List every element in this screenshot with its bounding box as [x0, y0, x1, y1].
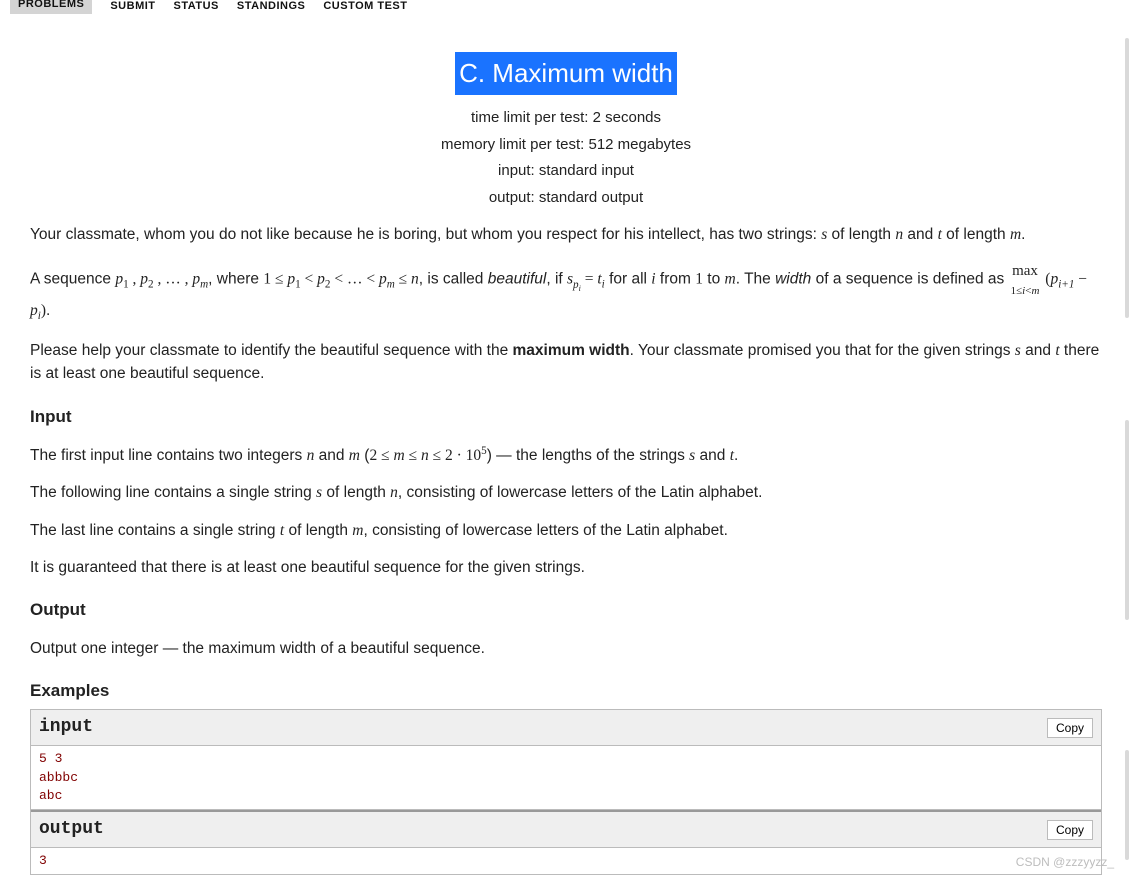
paragraph-2: A sequence p1 , p2 , … , pm, where 1 ≤ p…: [30, 260, 1102, 325]
tab-standings[interactable]: STANDINGS: [237, 0, 305, 14]
meta-time: time limit per test: 2 seconds: [30, 107, 1102, 130]
examples-heading: Examples: [30, 678, 1102, 704]
paragraph-3: Please help your classmate to identify t…: [30, 339, 1102, 386]
copy-button-output[interactable]: Copy: [1047, 820, 1093, 840]
example-output-data: 3: [31, 848, 1101, 874]
tab-problems[interactable]: PROBLEMS: [10, 0, 92, 14]
input-p3: The last line contains a single string t…: [30, 519, 1102, 542]
problem-meta: time limit per test: 2 seconds memory li…: [30, 107, 1102, 209]
input-p4: It is guaranteed that there is at least …: [30, 556, 1102, 579]
scroll-rail-3: [1125, 750, 1129, 860]
tab-status[interactable]: STATUS: [174, 0, 219, 14]
scroll-rail-2: [1125, 420, 1129, 620]
problem-content: C. Maximum width time limit per test: 2 …: [0, 14, 1132, 875]
watermark-text: CSDN @zzzyyzz_: [1016, 853, 1114, 871]
copy-button-input[interactable]: Copy: [1047, 718, 1093, 738]
example-output-box: output Copy 3: [30, 810, 1102, 875]
top-nav: PROBLEMS SUBMIT STATUS STANDINGS CUSTOM …: [0, 0, 1132, 14]
example-input-box: input Copy 5 3 abbbc abc: [30, 709, 1102, 810]
example-input-label: input: [39, 714, 93, 741]
tab-submit[interactable]: SUBMIT: [110, 0, 155, 14]
input-p2: The following line contains a single str…: [30, 481, 1102, 504]
meta-memory: memory limit per test: 512 megabytes: [30, 134, 1102, 157]
input-p1: The first input line contains two intege…: [30, 443, 1102, 467]
output-p: Output one integer — the maximum width o…: [30, 637, 1102, 660]
paragraph-1: Your classmate, whom you do not like bec…: [30, 223, 1102, 246]
meta-input: input: standard input: [30, 160, 1102, 183]
meta-output: output: standard output: [30, 187, 1102, 210]
example-output-label: output: [39, 816, 104, 843]
input-heading: Input: [30, 404, 1102, 430]
scroll-rail-1: [1125, 38, 1129, 318]
example-input-data: 5 3 abbbc abc: [31, 746, 1101, 809]
tab-customtest[interactable]: CUSTOM TEST: [323, 0, 407, 14]
problem-title: C. Maximum width: [455, 52, 677, 95]
output-heading: Output: [30, 597, 1102, 623]
